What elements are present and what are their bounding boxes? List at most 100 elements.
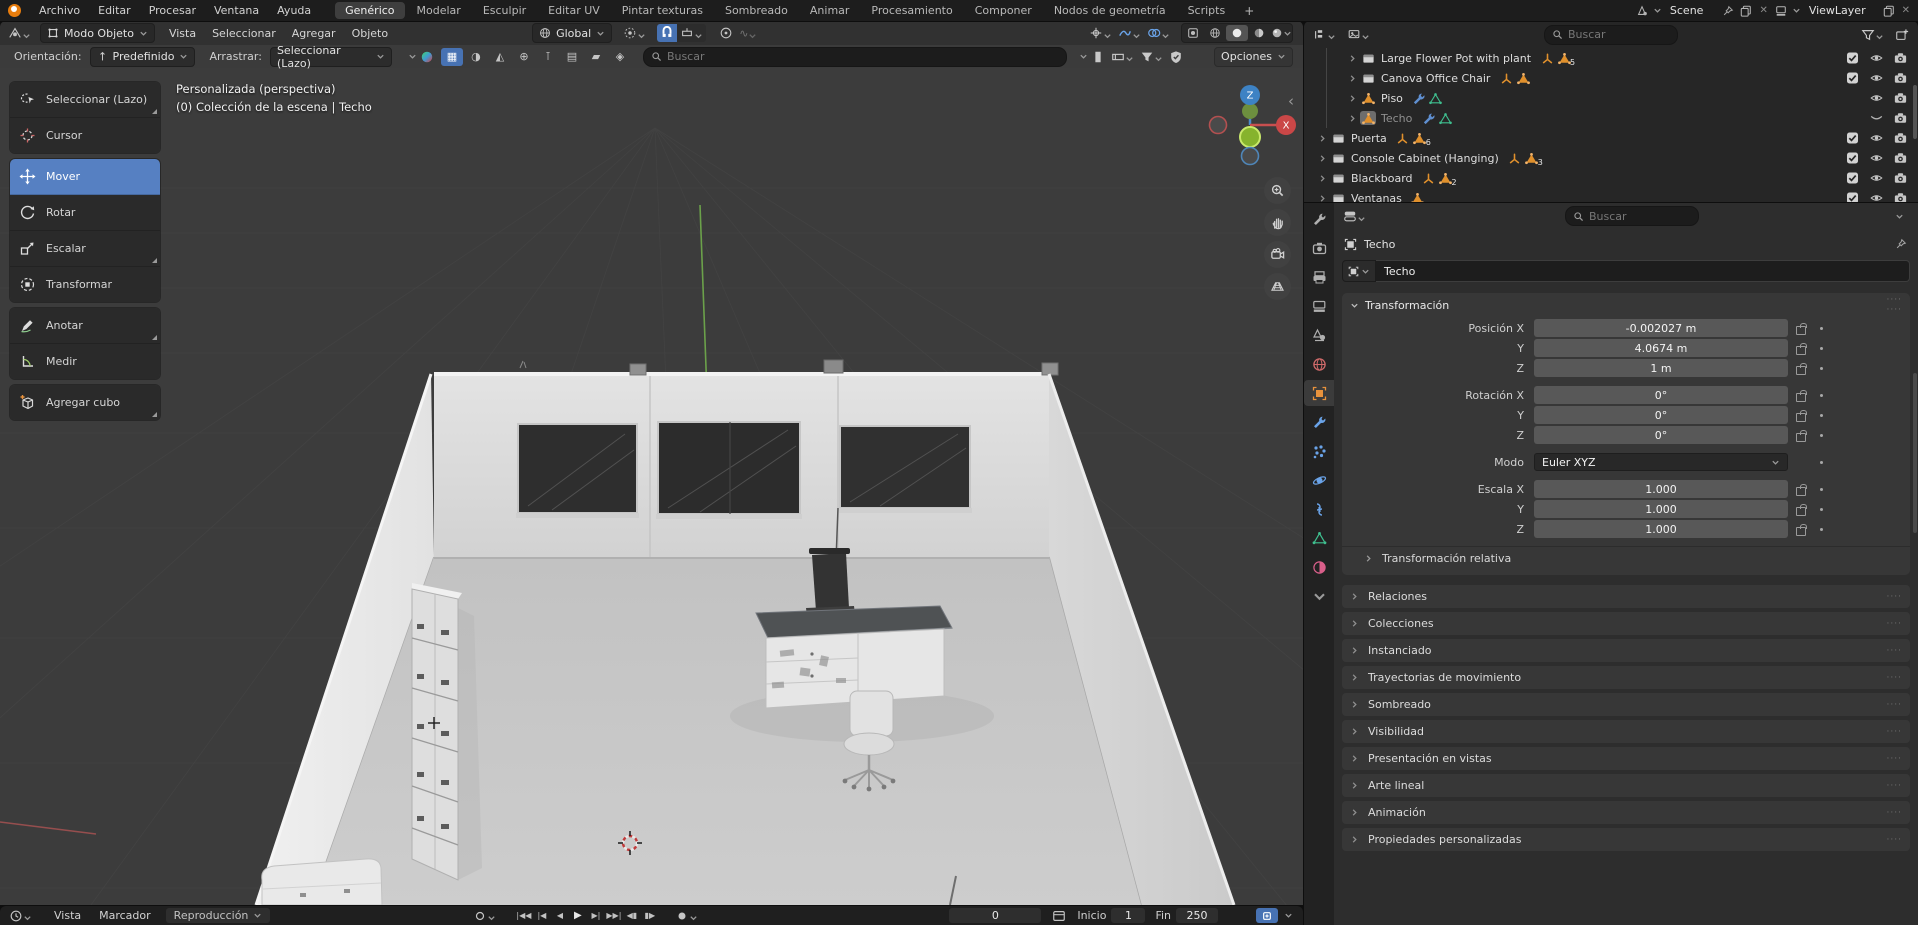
end-frame-field[interactable]: 250 bbox=[1176, 908, 1218, 923]
tool-toggle-icon[interactable]: ▰ bbox=[585, 48, 607, 66]
properties-tab-object-data[interactable] bbox=[1304, 525, 1334, 551]
tool-toggle-icon[interactable]: ▦ bbox=[440, 47, 463, 66]
filter-icon[interactable] bbox=[1137, 48, 1166, 66]
pin-id-icon[interactable] bbox=[1894, 237, 1908, 251]
new-scene-icon[interactable] bbox=[1739, 4, 1753, 18]
render-visibility-icon[interactable] bbox=[1893, 132, 1908, 145]
pin-icon[interactable] bbox=[1721, 4, 1735, 18]
unlink-scene-icon[interactable]: ✕ bbox=[1757, 5, 1769, 16]
outliner-item-label[interactable]: Piso bbox=[1381, 92, 1403, 105]
exclude-checkbox[interactable] bbox=[1845, 52, 1860, 65]
workspace-tab[interactable]: Componer bbox=[965, 2, 1042, 19]
workspace-tab[interactable]: Modelar bbox=[407, 2, 471, 19]
section-presentación-en-vistas[interactable]: Presentación en vistas ···· bbox=[1342, 747, 1910, 770]
workspace-tab[interactable]: Scripts bbox=[1178, 2, 1236, 19]
start-frame-field[interactable]: 1 bbox=[1111, 908, 1146, 923]
outliner-row[interactable]: Large Flower Pot with plant 5 bbox=[1304, 48, 1918, 68]
shield-check-icon[interactable] bbox=[1166, 48, 1186, 66]
scene-name[interactable]: Scene bbox=[1666, 4, 1718, 17]
render-visibility-icon[interactable] bbox=[1893, 152, 1908, 165]
viewport-visibility-icon[interactable] bbox=[1869, 52, 1884, 65]
animate-dot[interactable] bbox=[1814, 326, 1828, 330]
viewlayer-name[interactable]: ViewLayer bbox=[1805, 4, 1878, 17]
new-viewlayer-icon[interactable] bbox=[1882, 4, 1896, 18]
tool-annotate[interactable]: Anotar bbox=[10, 308, 160, 344]
viewport-menu-vista[interactable]: Vista bbox=[161, 27, 204, 40]
show-overlays-button[interactable] bbox=[1115, 24, 1144, 42]
next-keyframe-button[interactable]: ▶| bbox=[587, 908, 604, 923]
proportional-falloff-button[interactable]: ∿ bbox=[736, 24, 760, 42]
section-animación[interactable]: Animación ···· bbox=[1342, 801, 1910, 824]
animate-dot[interactable] bbox=[1814, 507, 1828, 511]
transform-orientation-selector[interactable]: Global bbox=[532, 23, 613, 43]
value-slider[interactable]: 0° bbox=[1534, 386, 1788, 404]
object-id-icon[interactable] bbox=[1342, 260, 1376, 282]
workspace-tab[interactable]: Genérico bbox=[335, 2, 405, 19]
expand-icon[interactable] bbox=[1348, 74, 1360, 83]
properties-tab-view-layer[interactable] bbox=[1304, 293, 1334, 319]
outliner-row[interactable]: Console Cabinet (Hanging) 3 bbox=[1304, 148, 1918, 168]
solid-shading-icon[interactable] bbox=[1226, 25, 1248, 41]
transform-panel-title[interactable]: Transformación bbox=[1365, 299, 1449, 312]
timeline-menu-vista[interactable]: Vista bbox=[45, 909, 90, 922]
properties-editor-type-button[interactable] bbox=[1340, 207, 1369, 225]
tool-measure[interactable]: Medir bbox=[10, 344, 160, 379]
value-slider[interactable]: -0.002027 m bbox=[1534, 319, 1788, 337]
viewport-visibility-icon[interactable] bbox=[1869, 192, 1884, 203]
tool-toggle-icon[interactable]: ◈ bbox=[609, 48, 631, 66]
sidebar-collapse-icon[interactable]: ‹ bbox=[1288, 92, 1294, 110]
outliner-item-label[interactable]: Puerta bbox=[1351, 132, 1387, 145]
viewport-menu-agregar[interactable]: Agregar bbox=[284, 27, 344, 40]
breadcrumb-object-name[interactable]: Techo bbox=[1364, 238, 1395, 251]
properties-search-input[interactable]: Buscar bbox=[1565, 206, 1699, 226]
value-slider[interactable]: 0° bbox=[1534, 426, 1788, 444]
topbar-menu-archivo[interactable]: Archivo bbox=[30, 4, 89, 17]
tool-toggle-icon[interactable]: ◑ bbox=[465, 48, 487, 66]
animate-dot[interactable] bbox=[1814, 487, 1828, 491]
lock-icon[interactable] bbox=[1788, 362, 1814, 375]
topbar-menu-procesar[interactable]: Procesar bbox=[140, 4, 205, 17]
viewlayer-selector-chevron-icon[interactable] bbox=[1792, 6, 1801, 15]
outliner-filter-button[interactable] bbox=[1858, 26, 1887, 44]
viewport-visibility-icon[interactable] bbox=[1869, 132, 1884, 145]
section-relaciones[interactable]: Relaciones ···· bbox=[1342, 585, 1910, 608]
properties-tab-render[interactable] bbox=[1304, 235, 1334, 261]
tool-toggle-icon[interactable]: ⊕ bbox=[513, 48, 535, 66]
tool-toggle-icon[interactable]: ◭ bbox=[489, 48, 511, 66]
auto-keyframe-button[interactable] bbox=[672, 907, 701, 925]
tool-toggle-icon[interactable]: ⊺ bbox=[537, 48, 559, 66]
color-wheel-icon[interactable] bbox=[417, 48, 437, 66]
lock-icon[interactable] bbox=[1788, 409, 1814, 422]
value-slider[interactable]: 0° bbox=[1534, 406, 1788, 424]
render-preview-icon[interactable] bbox=[1182, 25, 1204, 41]
outliner-item-label[interactable]: Canova Office Chair bbox=[1381, 72, 1490, 85]
rendered-shading-icon[interactable] bbox=[1270, 25, 1292, 41]
workspace-tab[interactable]: Sombreado bbox=[715, 2, 798, 19]
pan-hand-button[interactable] bbox=[1264, 209, 1291, 236]
exclude-checkbox[interactable] bbox=[1845, 172, 1860, 185]
tool-extra-chevron-icon[interactable] bbox=[408, 52, 417, 61]
outliner-item-label[interactable]: Techo bbox=[1381, 112, 1412, 125]
viewport-menu-seleccionar[interactable]: Seleccionar bbox=[204, 27, 284, 40]
new-collection-button[interactable] bbox=[1892, 26, 1912, 44]
tool-search-input[interactable]: Buscar bbox=[642, 46, 1068, 67]
viewport-visibility-icon[interactable] bbox=[1869, 72, 1884, 85]
properties-tab-output[interactable] bbox=[1304, 264, 1334, 290]
timeline-menu-marcador[interactable]: Marcador bbox=[90, 909, 160, 922]
keying-set-button[interactable] bbox=[470, 907, 499, 925]
snap-target-button[interactable] bbox=[677, 24, 707, 42]
playback-menu[interactable]: Reproducción bbox=[165, 908, 271, 923]
outliner-item-label[interactable]: Large Flower Pot with plant bbox=[1381, 52, 1531, 65]
workspace-tab[interactable]: Procesamiento bbox=[861, 2, 962, 19]
viewlayer-icon[interactable] bbox=[1774, 4, 1788, 18]
exclude-checkbox[interactable] bbox=[1845, 192, 1860, 202]
outliner-row[interactable]: Techo bbox=[1304, 108, 1918, 128]
value-slider[interactable]: 4.0674 m bbox=[1534, 339, 1788, 357]
xray-toggle-button[interactable] bbox=[1144, 24, 1173, 42]
topbar-menu-ventana[interactable]: Ventana bbox=[205, 4, 268, 17]
properties-tab-physics[interactable] bbox=[1304, 467, 1334, 493]
keyframe-insert-button[interactable] bbox=[1256, 908, 1278, 923]
topbar-menu-ayuda[interactable]: Ayuda bbox=[268, 4, 320, 17]
show-gizmo-button[interactable] bbox=[1086, 24, 1115, 42]
zoom-button[interactable] bbox=[1264, 177, 1291, 204]
